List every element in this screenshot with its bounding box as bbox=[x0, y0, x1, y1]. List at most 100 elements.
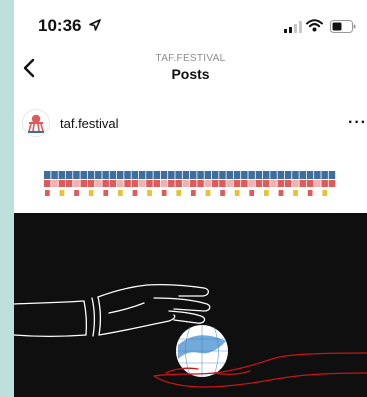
banner-tile bbox=[51, 171, 58, 179]
banner-tile bbox=[233, 171, 241, 179]
banner-tile bbox=[241, 180, 248, 187]
banner-tile bbox=[131, 171, 139, 179]
phone-screen: 10:36 TAF.FESTIVAL Posts taf.festival ··… bbox=[14, 0, 367, 397]
battery-icon bbox=[330, 20, 356, 33]
banner-tile bbox=[44, 180, 51, 187]
banner-tile bbox=[263, 180, 270, 187]
banner-tile bbox=[233, 180, 241, 187]
banner-tile bbox=[161, 190, 167, 196]
banner-tile bbox=[226, 180, 233, 187]
status-bar: 10:36 bbox=[14, 0, 367, 44]
banner-tile bbox=[73, 180, 80, 187]
banner-tile bbox=[182, 180, 190, 187]
banner-tile bbox=[59, 190, 65, 196]
banner-tile bbox=[138, 180, 146, 187]
banner-tile bbox=[205, 190, 211, 196]
banner-tile bbox=[204, 180, 212, 187]
banner-tile bbox=[255, 180, 263, 187]
banner-tile bbox=[292, 180, 299, 187]
location-arrow-icon bbox=[89, 19, 101, 31]
banner-tile bbox=[270, 180, 277, 187]
banner-tile bbox=[328, 180, 336, 187]
white-hand bbox=[14, 283, 211, 338]
banner-tile bbox=[117, 171, 124, 179]
banner-tile bbox=[248, 180, 255, 187]
banner-tile bbox=[278, 190, 284, 196]
banner-tile bbox=[58, 180, 66, 187]
banner-tile bbox=[160, 171, 168, 179]
post-image[interactable] bbox=[14, 150, 367, 397]
banner-tile bbox=[190, 180, 197, 187]
signal-icon bbox=[284, 21, 302, 33]
banner-tile bbox=[270, 171, 277, 179]
more-options-button[interactable]: ··· bbox=[348, 114, 367, 132]
banner-tile bbox=[255, 171, 263, 179]
banner-tile bbox=[204, 171, 212, 179]
hands-illustration bbox=[14, 213, 367, 397]
banner-tile bbox=[293, 190, 298, 196]
avatar[interactable] bbox=[22, 109, 50, 137]
illustration-art bbox=[14, 283, 367, 388]
banner-tile bbox=[102, 180, 109, 187]
banner-tile bbox=[299, 180, 306, 187]
banner-tile bbox=[211, 171, 219, 179]
banner-tile bbox=[314, 180, 321, 187]
banner-tile bbox=[103, 190, 109, 196]
banner-tile bbox=[147, 190, 152, 196]
banner-tile bbox=[197, 180, 204, 187]
banner-tile bbox=[175, 180, 182, 187]
banner-tile bbox=[263, 171, 270, 179]
banner-tile bbox=[160, 180, 168, 187]
banner-tile bbox=[248, 171, 255, 179]
banner-tile bbox=[249, 190, 255, 196]
banner-tile bbox=[131, 180, 139, 187]
banner-tile bbox=[299, 171, 306, 179]
pattern-banner bbox=[44, 171, 336, 196]
banner-tile bbox=[74, 190, 79, 196]
banner-tile bbox=[211, 180, 219, 187]
banner-tile bbox=[80, 171, 87, 179]
banner-tile bbox=[264, 190, 269, 196]
globe bbox=[176, 325, 228, 377]
banner-tile bbox=[241, 171, 248, 179]
wifi-icon bbox=[306, 19, 323, 32]
banner-tile bbox=[88, 190, 94, 196]
banner-tile bbox=[306, 180, 314, 187]
banner-tile bbox=[51, 180, 58, 187]
banner-tile bbox=[168, 171, 175, 179]
banner-area bbox=[14, 150, 367, 213]
banner-tile bbox=[87, 180, 95, 187]
nav-title: Posts bbox=[171, 66, 210, 82]
banner-tile bbox=[117, 180, 124, 187]
banner-tile bbox=[45, 190, 50, 196]
banner-tile bbox=[95, 171, 102, 179]
banner-tile bbox=[220, 190, 225, 196]
banner-tile bbox=[87, 171, 95, 179]
banner-tile bbox=[226, 171, 233, 179]
festival-logo-icon bbox=[28, 114, 44, 133]
banner-tile bbox=[176, 190, 182, 196]
banner-tile bbox=[118, 190, 123, 196]
banner-tile bbox=[168, 180, 175, 187]
banner-tile bbox=[322, 190, 328, 196]
banner-tile bbox=[80, 180, 87, 187]
banner-tile bbox=[306, 171, 314, 179]
banner-tile bbox=[314, 171, 321, 179]
banner-tile bbox=[44, 171, 51, 179]
post-username[interactable]: taf.festival bbox=[60, 116, 119, 131]
post-header: taf.festival ··· bbox=[14, 104, 367, 144]
banner-tile bbox=[124, 171, 131, 179]
banner-tile bbox=[132, 190, 138, 196]
banner-tile bbox=[321, 180, 328, 187]
banner-tile bbox=[197, 171, 204, 179]
banner-tile bbox=[284, 171, 292, 179]
banner-tile bbox=[234, 190, 240, 196]
nav-bar: TAF.FESTIVAL Posts bbox=[14, 44, 367, 92]
banner-tile bbox=[292, 171, 299, 179]
banner-tile bbox=[65, 171, 73, 179]
banner-tile bbox=[284, 180, 292, 187]
banner-tile bbox=[328, 171, 336, 179]
banner-tile bbox=[138, 171, 146, 179]
banner-tile bbox=[277, 180, 285, 187]
banner-tile bbox=[277, 171, 285, 179]
